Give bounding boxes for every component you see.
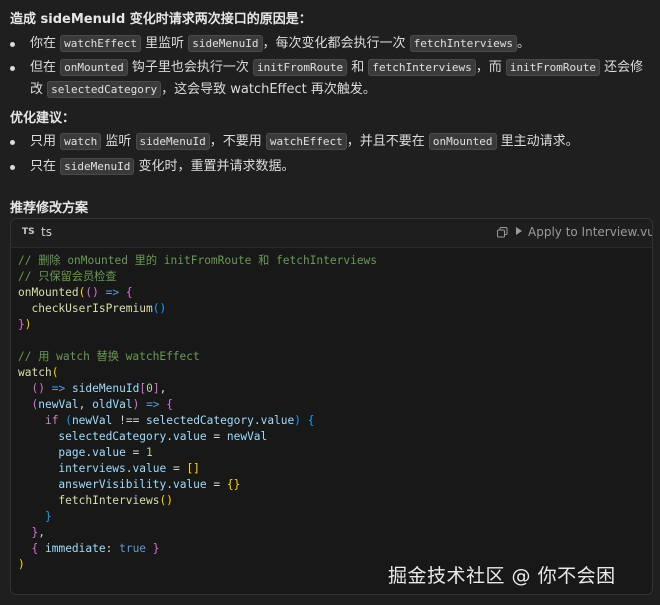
code-block: TS ts Apply to Interview.vu... // 删除 onM… [10,218,653,595]
inline-code: onMounted [428,133,497,150]
inline-code: sideMenuId [188,35,263,52]
bullet-text: 你在 watchEffect 里监听 sideMenuId ，每次变化都会执行一次… [30,35,530,52]
inline-code: watch [60,133,102,150]
bullet-dot [10,140,15,145]
intro-text: 造成 sideMenuId 变化时请求两次接口的原因是： [10,12,312,27]
typescript-icon: TS [22,227,35,237]
bullet-dot [10,165,15,170]
code-block-header: TS ts Apply to Interview.vu... [11,219,652,248]
apply-label: Apply to Interview.vu... [528,225,653,239]
code-language: ts [41,225,52,239]
inline-code: initFromRoute [253,59,348,76]
bullet-dot [10,66,15,71]
reason-item: 但在 onMounted 钩子里也会执行一次 initFromRoute 和 f… [10,57,652,101]
code-content: // 删除 onMounted 里的 initFromRoute 和 fetch… [18,254,378,571]
inline-code: sideMenuId [135,133,210,150]
reason-item: 你在 watchEffect 里监听 sideMenuId ，每次变化都会执行一次… [10,33,652,55]
inline-code: selectedCategory [47,81,162,98]
play-icon [516,227,522,235]
bullet-dot [10,42,15,47]
watermark: 掘金技术社区 @ 你不会困 [388,565,616,587]
suggestion-item: 只用 watch 监听 sideMenuId ，不要用 watchEffect ，并… [10,131,652,153]
apply-button[interactable]: Apply to Interview.vu... [516,225,653,239]
suggestion-item: 只在 sideMenuId 变化时，重置并请求数据。 [10,156,652,178]
inline-code: watchEffect [60,35,141,52]
bullet-text: 只用 watch 监听 sideMenuId ，不要用 watchEffect ，并… [30,133,579,150]
bullet-text: 只在 sideMenuId 变化时，重置并请求数据。 [30,158,295,175]
copy-icon[interactable] [497,227,508,238]
inline-code: onMounted [60,59,128,76]
inline-code: fetchInterviews [409,35,517,52]
inline-code: watchEffect [265,133,347,150]
suggestion-title: 优化建议： [10,111,76,126]
plan-title: 推荐修改方案 [10,201,89,216]
inline-code: sideMenuId [60,158,135,175]
inline-code: fetchInterviews [368,59,476,76]
inline-code: initFromRoute [505,59,600,76]
bullet-text: 但在 onMounted 钩子里也会执行一次 initFromRoute 和 f… [30,59,644,98]
